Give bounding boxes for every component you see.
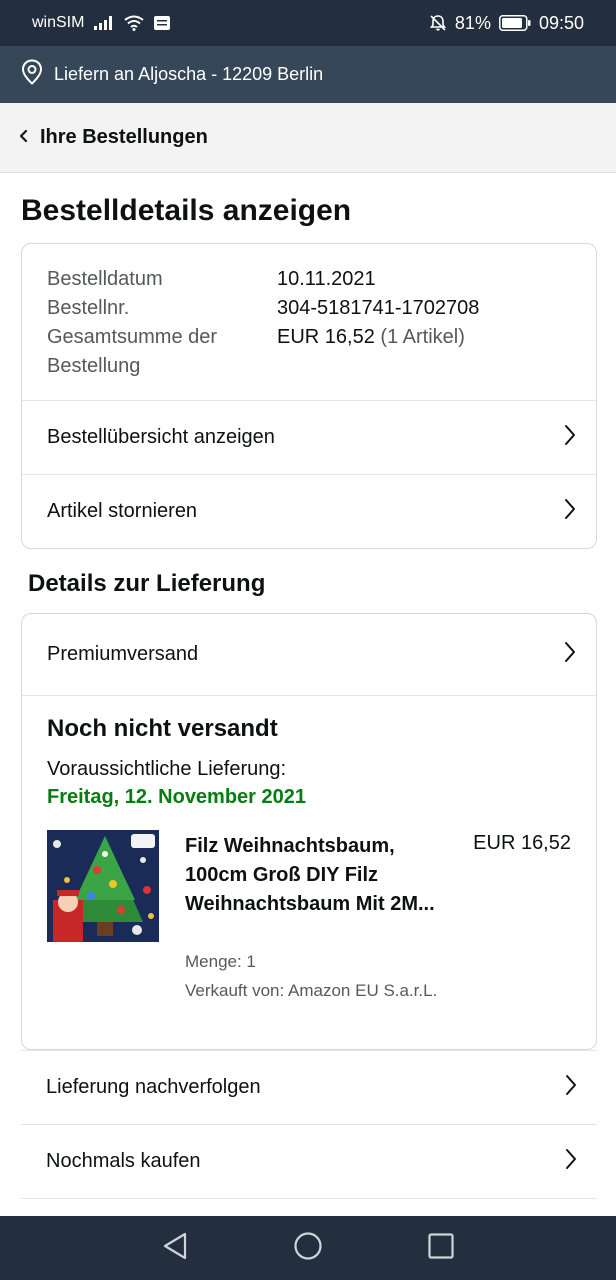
- buy-again-link[interactable]: Nochmals kaufen: [21, 1124, 597, 1198]
- order-total-value-wrap: EUR 16,52 (1 Artikel): [277, 323, 465, 381]
- delivery-address-text: Liefern an Aljoscha - 12209 Berlin: [54, 64, 324, 84]
- order-total-label: Gesamtsumme der Bestellung: [47, 326, 218, 377]
- order-info: Bestelldatum 10.11.2021 Bestellnr. 304-5…: [47, 265, 577, 381]
- order-number-label: Bestellnr.: [47, 297, 130, 319]
- page-title: Bestelldetails anzeigen: [21, 194, 352, 227]
- cancel-items-label: Artikel stornieren: [47, 500, 198, 522]
- buy-again-label: Nochmals kaufen: [46, 1150, 201, 1172]
- battery-percent: 81%: [454, 12, 491, 33]
- order-date-row: Bestelldatum 10.11.2021: [47, 265, 577, 294]
- order-number-value: 304-5181741-1702708: [277, 297, 480, 319]
- product-price: EUR 16,52: [473, 832, 571, 854]
- chevron-left-icon: [18, 126, 28, 149]
- clock-time: 09:50: [538, 12, 584, 33]
- product-quantity: Menge: 1: [185, 952, 256, 971]
- chevron-right-icon: [564, 641, 576, 669]
- back-to-orders-link[interactable]: Ihre Bestellungen: [0, 103, 616, 173]
- wifi-icon: [124, 15, 145, 31]
- order-item-count: (1 Artikel): [380, 326, 465, 348]
- nav-recents-icon[interactable]: [427, 1232, 455, 1265]
- signal-icon: [94, 16, 114, 30]
- nav-back-icon[interactable]: [161, 1231, 189, 1266]
- nav-home-icon[interactable]: [293, 1231, 323, 1266]
- status-bar: winSIM 81% 09:50: [0, 0, 616, 46]
- order-overview-link[interactable]: Bestellübersicht anzeigen: [22, 400, 596, 474]
- shipping-method-link[interactable]: Premiumversand: [22, 614, 596, 696]
- shipping-method-label: Premiumversand: [47, 643, 199, 665]
- status-right: 81% 09:50: [429, 13, 584, 34]
- chevron-right-icon: [564, 424, 576, 452]
- order-summary-card: Bestelldatum 10.11.2021 Bestellnr. 304-5…: [21, 243, 597, 549]
- mute-bell-icon: [429, 14, 447, 32]
- track-package-label: Lieferung nachverfolgen: [46, 1076, 261, 1098]
- order-total-row: Gesamtsumme der Bestellung EUR 16,52 (1 …: [47, 323, 577, 381]
- order-date-label: Bestelldatum: [47, 268, 163, 290]
- delivery-details-card: Premiumversand Noch nicht versandt Vorau…: [21, 613, 597, 1050]
- delivery-address-bar[interactable]: Liefern an Aljoscha - 12209 Berlin: [0, 46, 616, 103]
- expected-delivery-label: Voraussichtliche Lieferung:: [47, 758, 287, 780]
- carrier-name: winSIM: [32, 14, 85, 31]
- system-nav-bar: [0, 1216, 616, 1280]
- message-icon: [154, 16, 171, 30]
- expected-delivery-date: Freitag, 12. November 2021: [47, 786, 307, 808]
- chevron-right-icon: [565, 1148, 577, 1176]
- order-date-value: 10.11.2021: [277, 268, 376, 290]
- status-left: winSIM: [32, 14, 171, 32]
- product-image[interactable]: [47, 830, 159, 942]
- track-package-link[interactable]: Lieferung nachverfolgen: [21, 1050, 597, 1124]
- order-overview-label: Bestellübersicht anzeigen: [47, 426, 275, 448]
- list-divider: [21, 1198, 597, 1199]
- order-total-value: EUR 16,52: [277, 326, 375, 348]
- location-pin-icon: [20, 59, 44, 90]
- order-number-row: Bestellnr. 304-5181741-1702708: [47, 294, 577, 323]
- chevron-right-icon: [565, 1074, 577, 1102]
- battery-icon: [498, 15, 531, 31]
- product-seller: Verkauft von: Amazon EU S.a.r.L.: [185, 981, 438, 1000]
- delivery-section-title: Details zur Lieferung: [28, 570, 266, 597]
- chevron-right-icon: [564, 498, 576, 526]
- shipment-status: Noch nicht versandt: [47, 715, 278, 742]
- back-link-label: Ihre Bestellungen: [40, 126, 208, 148]
- cancel-items-link[interactable]: Artikel stornieren: [22, 474, 596, 548]
- product-title-link[interactable]: Filz Weihnachtsbaum, 100cm Groß DIY Filz…: [185, 832, 435, 919]
